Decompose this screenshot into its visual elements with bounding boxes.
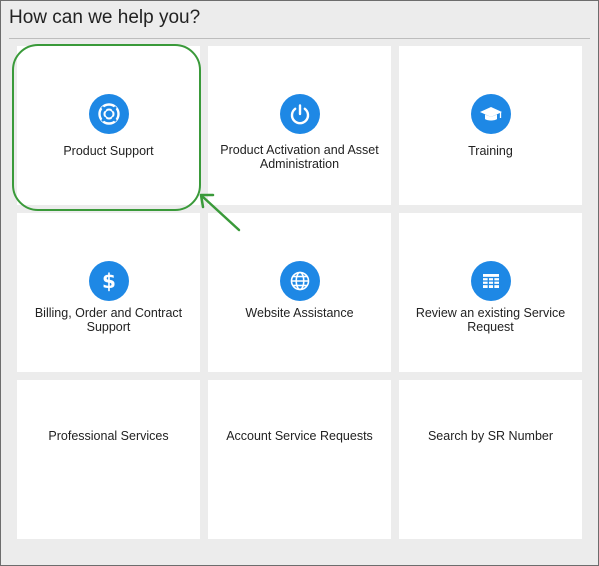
tile-search-by-sr-number[interactable]: Search by SR Number <box>399 380 582 539</box>
graduation-cap-icon <box>471 94 511 134</box>
tile-product-activation[interactable]: Product Activation and Asset Administrat… <box>208 46 391 205</box>
tile-label: Product Support <box>63 144 154 158</box>
dollar-icon: $ <box>89 261 129 301</box>
tile-label: Product Activation and Asset Administrat… <box>220 143 379 171</box>
table-icon <box>471 261 511 301</box>
help-panel: How can we help you? Product Support Pro… <box>0 0 599 566</box>
divider <box>9 38 590 39</box>
tile-training[interactable]: Training <box>399 46 582 205</box>
tile-label: Review an existing Service Request <box>415 306 566 334</box>
tile-label: Account Service Requests <box>226 429 373 443</box>
tile-label: Search by SR Number <box>427 429 554 443</box>
tile-label: Professional Services <box>48 429 169 443</box>
tile-billing-order-contract[interactable]: $ Billing, Order and Contract Support <box>17 213 200 372</box>
globe-icon <box>280 261 320 301</box>
lifebuoy-icon <box>89 94 129 134</box>
tile-review-service-request[interactable]: Review an existing Service Request <box>399 213 582 372</box>
tile-label: Billing, Order and Contract Support <box>34 306 183 334</box>
svg-text:$: $ <box>102 269 116 293</box>
tile-label: Training <box>468 144 513 158</box>
power-icon <box>280 94 320 134</box>
tile-label: Website Assistance <box>245 306 354 320</box>
tile-account-service-requests[interactable]: Account Service Requests <box>208 380 391 539</box>
tile-professional-services[interactable]: Professional Services <box>17 380 200 539</box>
page-title: How can we help you? <box>9 7 201 28</box>
tile-product-support[interactable]: Product Support <box>17 46 200 205</box>
tile-website-assistance[interactable]: Website Assistance <box>208 213 391 372</box>
